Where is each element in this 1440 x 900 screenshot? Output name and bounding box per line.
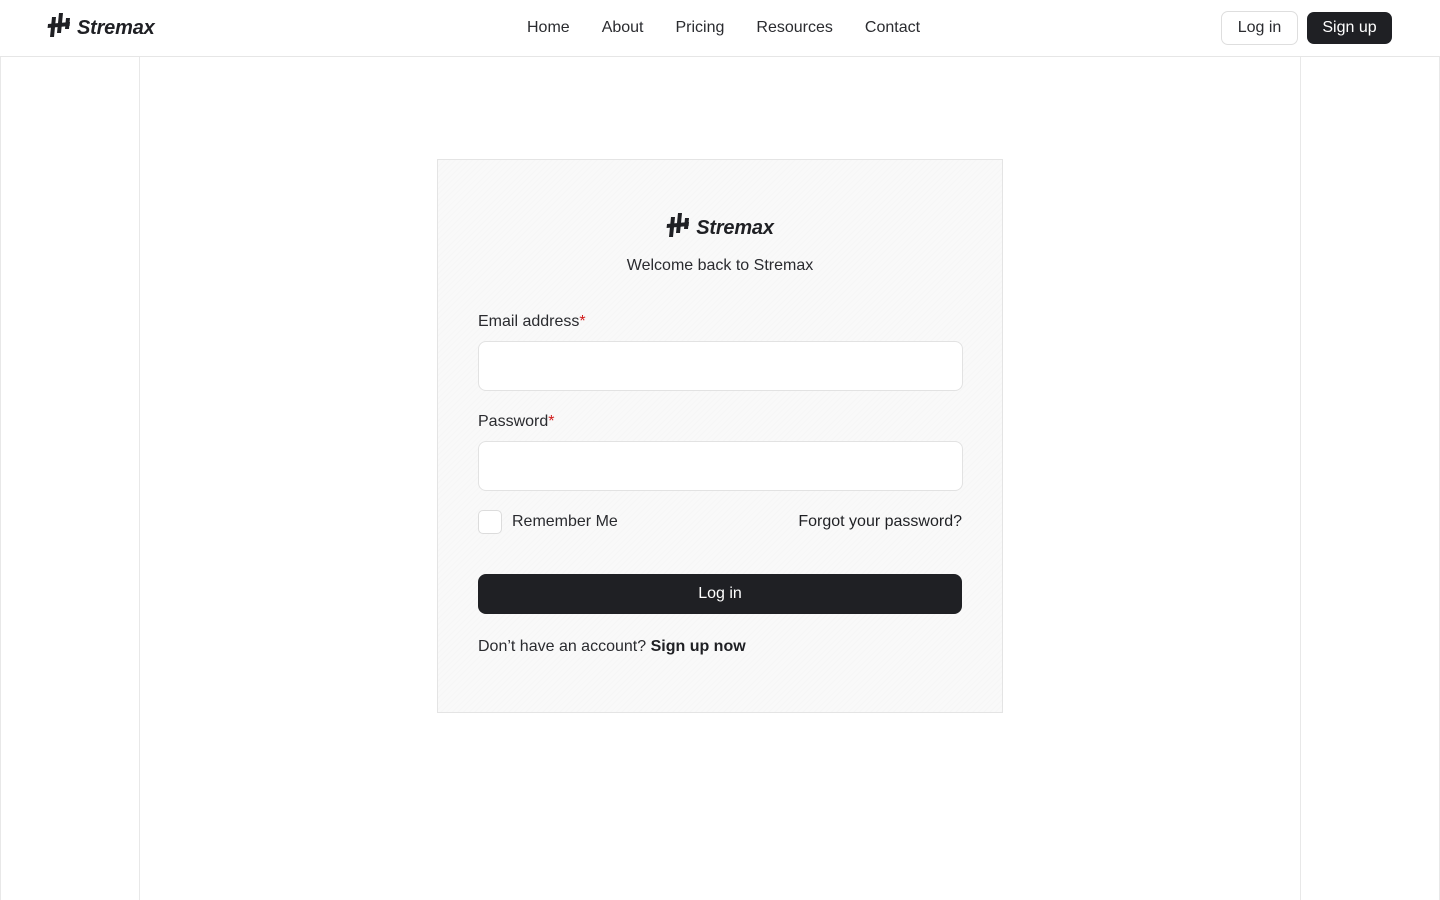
email-label: Email address* [478,312,586,332]
nav-contact-link[interactable]: Contact [865,18,920,38]
card-brand: Stremax [438,212,1002,244]
password-input[interactable] [478,441,963,491]
main-nav: Home About Pricing Resources Contact [527,18,920,38]
card-brand-name: Stremax [696,216,774,239]
email-input[interactable] [478,341,963,391]
email-label-text: Email address [478,313,580,330]
forgot-password-link[interactable]: Forgot your password? [798,512,962,532]
password-label: Password* [478,412,554,432]
remember-me-checkbox[interactable] [478,510,502,534]
email-required-mark: * [579,313,586,330]
nav-pricing-link[interactable]: Pricing [676,18,725,38]
signup-now-link[interactable]: Sign up now [651,638,746,655]
brand-logo-link[interactable]: Stremax [47,12,155,44]
password-label-text: Password [478,413,549,430]
stremax-logo-icon [666,212,690,244]
nav-resources-link[interactable]: Resources [756,18,832,38]
remember-me-label: Remember Me [512,513,618,530]
signup-prompt: Don’t have an account? Sign up now [478,637,746,657]
brand-name: Stremax [77,16,155,39]
nav-home-link[interactable]: Home [527,18,570,38]
login-card: Stremax Welcome back to Stremax Email ad… [437,159,1003,713]
top-navbar: Stremax Home About Pricing Resources Con… [0,0,1440,57]
welcome-heading: Welcome back to Stremax [626,257,814,274]
header-login-button[interactable]: Log in [1221,11,1298,45]
nav-about-link[interactable]: About [602,18,644,38]
password-required-mark: * [548,413,555,430]
page-frame-line-left [139,57,140,900]
header-signup-button[interactable]: Sign up [1307,12,1392,44]
page-frame-line-right [1300,57,1301,900]
remember-me-row[interactable]: Remember Me [478,510,618,534]
page-frame-line-outer-left [0,57,1,900]
login-submit-button[interactable]: Log in [478,574,962,614]
stremax-logo-icon [47,12,71,44]
no-account-text: Don’t have an account? [478,638,647,655]
